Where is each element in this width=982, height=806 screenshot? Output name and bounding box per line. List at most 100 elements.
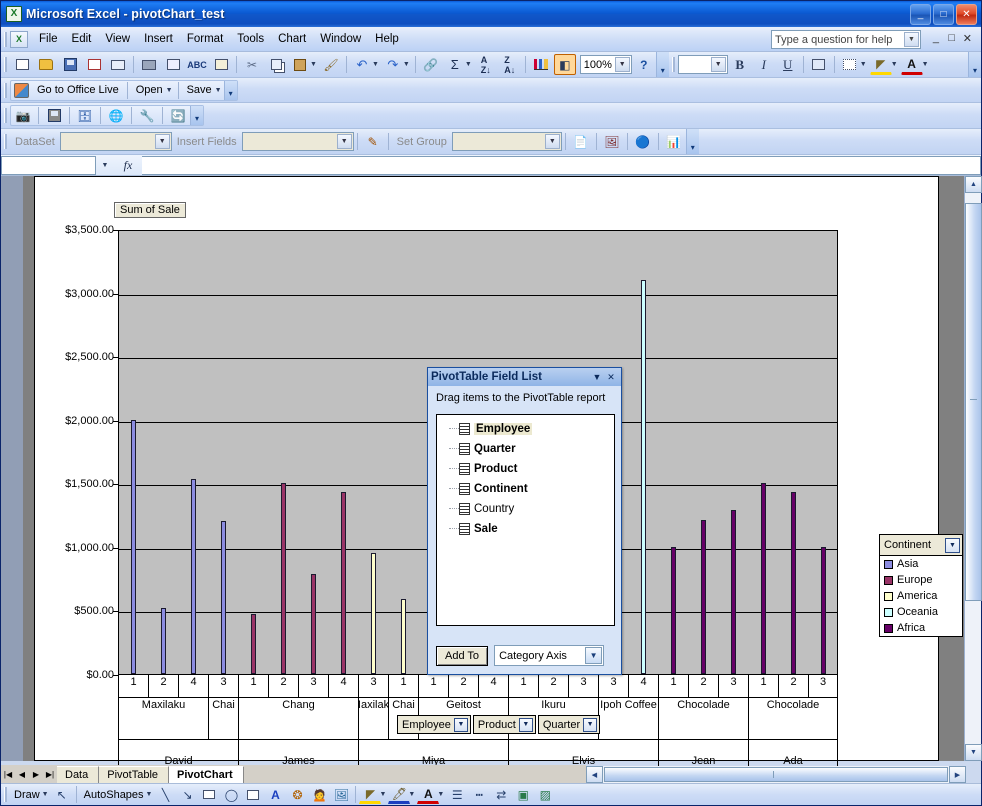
legend-entry[interactable]: Africa bbox=[880, 620, 962, 636]
addin-toolbar-grip[interactable] bbox=[4, 108, 7, 123]
bar[interactable] bbox=[731, 510, 736, 674]
italic-icon[interactable]: I bbox=[753, 54, 775, 75]
name-box[interactable] bbox=[1, 156, 96, 175]
new-icon[interactable] bbox=[11, 54, 33, 75]
chevron-down-icon[interactable]: ▼ bbox=[615, 57, 630, 72]
bar[interactable] bbox=[341, 492, 346, 674]
print-icon[interactable] bbox=[138, 54, 160, 75]
insert-fields-combo[interactable]: ▼ bbox=[242, 132, 354, 151]
menu-grip[interactable] bbox=[4, 32, 7, 47]
menu-format[interactable]: Format bbox=[180, 30, 230, 48]
paste-dropdown-icon[interactable]: ▼ bbox=[310, 61, 317, 68]
bar[interactable] bbox=[281, 483, 286, 674]
open-dropdown-icon[interactable]: ▼ bbox=[166, 87, 173, 94]
sheet-tab-pivottable[interactable]: PivotTable bbox=[99, 766, 169, 783]
arrow-style-icon[interactable]: ⇄ bbox=[490, 785, 512, 804]
font-color-icon[interactable]: A bbox=[901, 54, 923, 75]
open-button[interactable]: Open bbox=[131, 82, 168, 98]
borders-icon[interactable] bbox=[839, 54, 861, 75]
standard-toolbar-grip[interactable] bbox=[4, 57, 7, 72]
office-live-grip[interactable] bbox=[4, 83, 7, 98]
insert-function-icon[interactable]: fx bbox=[114, 156, 142, 175]
bar[interactable] bbox=[191, 479, 196, 674]
dataset-toolbar-overflow[interactable]: ▾ bbox=[686, 129, 699, 154]
help-icon[interactable]: ? bbox=[633, 54, 655, 75]
picture-icon[interactable]: 🖼 bbox=[330, 785, 352, 804]
research-icon[interactable] bbox=[210, 54, 232, 75]
scroll-up-button[interactable]: ▲ bbox=[965, 176, 982, 193]
chevron-down-icon[interactable]: ▼ bbox=[904, 32, 919, 47]
doc-close-button[interactable]: ✕ bbox=[963, 32, 972, 45]
office-live-icon[interactable] bbox=[14, 83, 29, 98]
fill-color-icon[interactable]: ◤ bbox=[870, 54, 892, 75]
merge-cells-icon[interactable] bbox=[808, 54, 830, 75]
3d-icon[interactable]: ▨ bbox=[534, 785, 556, 804]
hyperlink-icon[interactable]: 🔗 bbox=[420, 54, 442, 75]
value-field-button[interactable]: Sum of Sale bbox=[114, 202, 186, 218]
fill-color-dropdown-icon[interactable]: ▼ bbox=[379, 791, 386, 798]
paste-icon[interactable] bbox=[289, 54, 311, 75]
minimize-button[interactable]: _ bbox=[910, 4, 931, 25]
undo-dropdown-icon[interactable]: ▼ bbox=[372, 61, 379, 68]
line-style-icon[interactable]: ☰ bbox=[446, 785, 468, 804]
format-painter-icon[interactable]: 🖌 bbox=[320, 54, 342, 75]
field-list-item-country[interactable]: Country bbox=[437, 499, 614, 519]
legend-series-field-button[interactable]: Continent ▼ bbox=[880, 535, 962, 556]
camera-icon[interactable]: 📷 bbox=[12, 105, 34, 126]
legend-entry[interactable]: Europe bbox=[880, 572, 962, 588]
scroll-right-button[interactable]: ▶ bbox=[949, 766, 966, 783]
report-icon[interactable]: 📄 bbox=[570, 131, 592, 152]
edit-tools-icon[interactable]: ✎ bbox=[362, 131, 384, 152]
save-dropdown-icon[interactable]: ▼ bbox=[215, 87, 222, 94]
field-list-item-sale[interactable]: Sale bbox=[437, 519, 614, 539]
dash-style-icon[interactable]: ┅ bbox=[468, 785, 490, 804]
bold-icon[interactable]: B bbox=[729, 54, 751, 75]
scroll-down-button[interactable]: ▼ bbox=[965, 744, 982, 761]
cut-icon[interactable]: ✂ bbox=[241, 54, 263, 75]
bar[interactable] bbox=[671, 547, 676, 674]
horizontal-scrollbar[interactable]: ◀ ▶ bbox=[586, 766, 966, 783]
standard-toolbar-overflow[interactable]: ▾ bbox=[656, 52, 669, 77]
draw-menu-button[interactable]: Draw bbox=[10, 789, 44, 801]
autoshapes-menu-button[interactable]: AutoShapes bbox=[80, 789, 148, 801]
field-list-item-quarter[interactable]: Quarter bbox=[437, 439, 614, 459]
zoom-combo[interactable]: 100% ▼ bbox=[580, 55, 632, 74]
formatting-toolbar-overflow[interactable]: ▾ bbox=[968, 52, 981, 77]
dataset-toolbar-grip[interactable] bbox=[4, 134, 7, 149]
field-list[interactable]: EmployeeQuarterProductContinentCountrySa… bbox=[436, 414, 615, 626]
refresh-icon[interactable]: 🔵 bbox=[632, 131, 654, 152]
sort-ascending-icon[interactable]: AZ↓ bbox=[475, 54, 497, 75]
menu-tools[interactable]: Tools bbox=[230, 30, 271, 48]
chart-wizard-icon[interactable] bbox=[530, 54, 552, 75]
undo-icon[interactable]: ↶ bbox=[351, 54, 373, 75]
autosum-icon[interactable]: Σ bbox=[444, 54, 466, 75]
save-button[interactable]: Save bbox=[182, 82, 217, 98]
next-sheet-button[interactable]: ▶ bbox=[29, 767, 43, 782]
field-button-quarter[interactable]: Quarter▼ bbox=[538, 715, 600, 734]
bar[interactable] bbox=[131, 420, 136, 674]
menu-edit[interactable]: Edit bbox=[65, 30, 99, 48]
bar[interactable] bbox=[401, 599, 406, 674]
bar[interactable] bbox=[221, 521, 226, 674]
fill-color-icon[interactable]: ◤ bbox=[359, 785, 381, 804]
font-size-combo[interactable]: ▼ bbox=[678, 55, 728, 74]
close-button[interactable]: ✕ bbox=[956, 4, 977, 25]
borders-dropdown-icon[interactable]: ▼ bbox=[860, 61, 867, 68]
dataset-combo[interactable]: ▼ bbox=[60, 132, 172, 151]
chevron-down-icon[interactable]: ▼ bbox=[454, 718, 468, 732]
select-arrow-icon[interactable]: ↖ bbox=[51, 785, 73, 804]
bar[interactable] bbox=[821, 547, 826, 674]
horizontal-scroll-thumb[interactable] bbox=[604, 767, 948, 782]
open-icon[interactable] bbox=[35, 54, 57, 75]
copy-icon[interactable] bbox=[265, 54, 287, 75]
bar[interactable] bbox=[251, 614, 256, 674]
chevron-down-icon[interactable]: ▼ bbox=[155, 134, 170, 149]
chevron-down-icon[interactable]: ▼ bbox=[945, 538, 960, 553]
scroll-left-button[interactable]: ◀ bbox=[586, 766, 603, 783]
drawing-toolbar-grip[interactable] bbox=[4, 787, 7, 802]
chart-tools-icon[interactable]: 📊 bbox=[663, 131, 685, 152]
bar[interactable] bbox=[161, 608, 166, 674]
add-to-button[interactable]: Add To bbox=[436, 646, 488, 666]
save-report-icon[interactable] bbox=[43, 105, 65, 126]
email-icon[interactable] bbox=[107, 54, 129, 75]
